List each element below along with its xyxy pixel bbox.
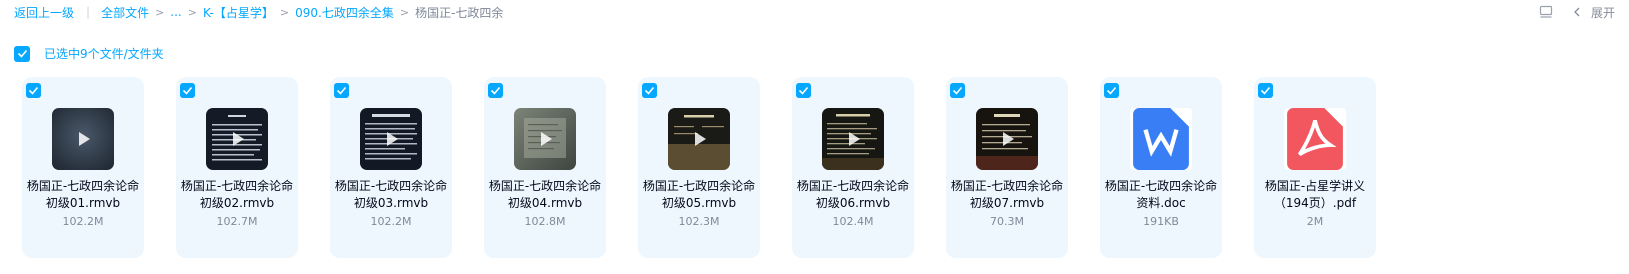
select-all-checkbox[interactable] <box>14 45 30 62</box>
file-card[interactable]: 杨国正-七政四余论命初级03.rmvb 102.2M <box>330 77 452 258</box>
checkmark-icon <box>28 86 39 95</box>
document-thumbnail <box>1130 108 1192 170</box>
file-name: 杨国正-七政四余论命资料.doc <box>1104 179 1218 210</box>
breadcrumb-current: 杨国正-七政四余 <box>415 5 504 20</box>
file-name: 杨国正-占星学讲义（194页）.pdf <box>1264 179 1366 210</box>
chevron-right-icon: > <box>155 5 165 19</box>
video-thumbnail <box>360 108 422 170</box>
back-button[interactable]: 返回上一级 <box>14 4 74 21</box>
breadcrumb-item-ellipsis[interactable]: ... <box>170 5 181 19</box>
file-name: 杨国正-七政四余论命初级04.rmvb <box>488 179 602 210</box>
checkmark-icon <box>798 86 809 95</box>
chevron-right-icon: > <box>279 5 290 19</box>
file-checkbox[interactable] <box>180 83 195 98</box>
play-icon <box>695 132 706 146</box>
document-thumbnail <box>1284 108 1346 170</box>
expand-button[interactable]: 展开 <box>1573 4 1615 21</box>
video-thumbnail <box>822 108 884 170</box>
file-checkbox[interactable] <box>950 83 965 98</box>
video-thumbnail <box>976 108 1038 170</box>
play-icon <box>541 132 552 146</box>
checkmark-icon <box>17 49 27 58</box>
file-card[interactable]: 杨国正-七政四余论命初级05.rmvb 102.3M <box>638 77 760 258</box>
chevron-right-icon: > <box>399 5 410 19</box>
file-checkbox[interactable] <box>1258 83 1273 98</box>
checkmark-icon <box>644 86 655 95</box>
file-card[interactable]: 杨国正-占星学讲义（194页）.pdf 2M <box>1254 77 1376 258</box>
file-name: 杨国正-七政四余论命初级02.rmvb <box>180 179 294 210</box>
file-checkbox[interactable] <box>1104 83 1119 98</box>
file-grid: 杨国正-七政四余论命初级01.rmvb 102.2M 杨国正-七政四余论命初级0… <box>22 77 1408 258</box>
file-card[interactable]: 杨国正-七政四余论命初级04.rmvb 102.8M <box>484 77 606 258</box>
file-card[interactable]: 杨国正-七政四余论命资料.doc 191KB <box>1100 77 1222 258</box>
file-card[interactable]: 杨国正-七政四余论命初级07.rmvb 70.3M <box>946 77 1068 258</box>
play-icon <box>1003 132 1014 146</box>
file-name: 杨国正-七政四余论命初级07.rmvb <box>950 179 1064 210</box>
file-card[interactable]: 杨国正-七政四余论命初级06.rmvb 102.4M <box>792 77 914 258</box>
expand-label: 展开 <box>1590 5 1615 20</box>
file-name: 杨国正-七政四余论命初级01.rmvb <box>26 179 140 210</box>
file-checkbox[interactable] <box>334 83 349 98</box>
file-size: 102.7M <box>216 215 258 228</box>
file-card[interactable]: 杨国正-七政四余论命初级02.rmvb 102.7M <box>176 77 298 258</box>
breadcrumb-item-all-files[interactable]: 全部文件 <box>101 4 149 21</box>
video-thumbnail <box>668 108 730 170</box>
breadcrumb-item-astrology[interactable]: K-【占星学】 <box>203 4 274 21</box>
breadcrumb-item-collection[interactable]: 090.七政四余全集 <box>295 4 394 21</box>
checkmark-icon <box>1260 86 1271 95</box>
play-icon <box>233 132 244 146</box>
play-icon <box>849 132 860 146</box>
play-icon <box>79 132 90 146</box>
file-checkbox[interactable] <box>488 83 503 98</box>
file-checkbox[interactable] <box>26 83 41 98</box>
file-size: 102.8M <box>524 215 566 228</box>
view-tools: 展开 <box>1539 3 1615 21</box>
breadcrumb: 返回上一级 | 全部文件 > ... > K-【占星学】 > 090.七政四余全… <box>14 3 503 21</box>
file-size: 102.2M <box>370 215 412 228</box>
file-size: 70.3M <box>990 215 1024 228</box>
file-name: 杨国正-七政四余论命初级03.rmvb <box>334 179 448 210</box>
breadcrumb-divider: | <box>86 5 91 19</box>
selection-bar: 已选中9个文件/文件夹 <box>14 45 164 62</box>
checkmark-icon <box>952 86 963 95</box>
file-name: 杨国正-七政四余论命初级06.rmvb <box>796 179 910 210</box>
file-size: 102.2M <box>62 215 104 228</box>
file-size: 2M <box>1306 215 1324 228</box>
checkmark-icon <box>336 86 347 95</box>
video-thumbnail <box>52 108 114 170</box>
file-size: 102.4M <box>832 215 874 228</box>
list-view-icon[interactable] <box>1539 5 1553 19</box>
checkmark-icon <box>1106 86 1117 95</box>
chevron-right-icon: > <box>187 5 197 19</box>
chevron-left-icon <box>1574 7 1580 17</box>
play-icon <box>387 132 398 146</box>
word-doc-icon <box>1133 108 1189 170</box>
video-thumbnail <box>206 108 268 170</box>
video-thumbnail <box>514 108 576 170</box>
selection-count-label: 已选中9个文件/文件夹 <box>44 47 164 61</box>
pdf-icon <box>1287 108 1343 170</box>
file-card[interactable]: 杨国正-七政四余论命初级01.rmvb 102.2M <box>22 77 144 258</box>
file-checkbox[interactable] <box>642 83 657 98</box>
file-name: 杨国正-七政四余论命初级05.rmvb <box>642 179 756 210</box>
checkmark-icon <box>182 86 193 95</box>
file-size: 102.3M <box>678 215 720 228</box>
file-size: 191KB <box>1143 215 1179 228</box>
file-checkbox[interactable] <box>796 83 811 98</box>
checkmark-icon <box>490 86 501 95</box>
